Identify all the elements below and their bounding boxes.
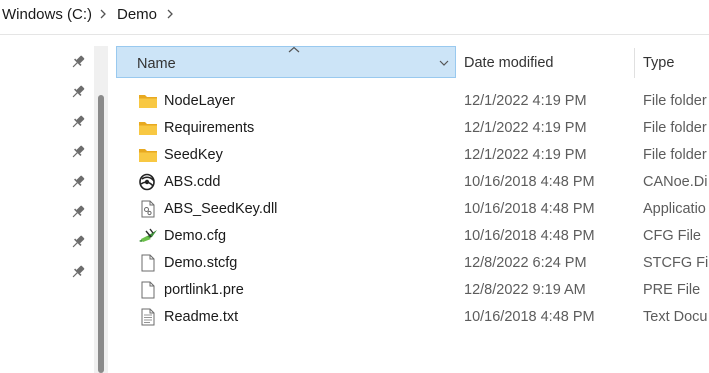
- file-row[interactable]: SeedKey 12/1/2022 4:19 PM File folder: [116, 142, 709, 169]
- file-type: CANoe.Di: [643, 174, 708, 190]
- file-name: ABS_SeedKey.dll: [164, 201, 278, 217]
- divider: [0, 34, 709, 35]
- file-name: portlink1.pre: [164, 282, 244, 298]
- folder-icon: [139, 95, 157, 108]
- sort-ascending-icon: [288, 46, 300, 53]
- file-date: 12/1/2022 4:19 PM: [464, 147, 587, 163]
- column-header: Name Date modified Type: [116, 46, 709, 80]
- pin-icon[interactable]: [70, 114, 86, 130]
- chevron-right-icon[interactable]: [163, 4, 177, 24]
- pin-icon[interactable]: [70, 84, 86, 100]
- file-date: 10/16/2018 4:48 PM: [464, 309, 595, 325]
- column-header-name[interactable]: Name: [116, 46, 456, 78]
- blank-file-icon: [141, 281, 155, 299]
- file-date: 10/16/2018 4:48 PM: [464, 201, 595, 217]
- file-type: File folder: [643, 147, 707, 163]
- pin-icon[interactable]: [70, 174, 86, 190]
- file-name: Demo.cfg: [164, 228, 227, 244]
- file-date: 12/8/2022 6:24 PM: [464, 255, 587, 271]
- file-row[interactable]: ABS_SeedKey.dll 10/16/2018 4:48 PM Appli…: [116, 196, 709, 223]
- file-date: 10/16/2018 4:48 PM: [464, 228, 595, 244]
- file-row[interactable]: NodeLayer 12/1/2022 4:19 PM File folder: [116, 88, 709, 115]
- text-file-icon: [141, 308, 155, 326]
- file-type: CFG File: [643, 228, 701, 244]
- breadcrumb: Windows (C:) Demo: [0, 0, 709, 32]
- file-type: PRE File: [643, 282, 701, 298]
- column-divider[interactable]: [634, 48, 635, 78]
- breadcrumb-item-drive[interactable]: Windows (C:): [2, 6, 92, 23]
- file-name: Requirements: [164, 120, 255, 136]
- pin-icon[interactable]: [70, 234, 86, 250]
- file-row[interactable]: Requirements 12/1/2022 4:19 PM File fold…: [116, 115, 709, 142]
- chevron-down-icon[interactable]: [439, 59, 449, 67]
- file-row[interactable]: Readme.txt 10/16/2018 4:48 PM Text Docu: [116, 304, 709, 331]
- file-date: 10/16/2018 4:48 PM: [464, 174, 595, 190]
- file-name: NodeLayer: [164, 93, 235, 109]
- file-row[interactable]: ABS.cdd 10/16/2018 4:48 PM CANoe.Di: [116, 169, 709, 196]
- chevron-right-icon[interactable]: [96, 4, 110, 24]
- file-name: SeedKey: [164, 147, 223, 163]
- pin-icon[interactable]: [70, 204, 86, 220]
- pin-icon[interactable]: [70, 144, 86, 160]
- file-date: 12/1/2022 4:19 PM: [464, 93, 587, 109]
- blank-file-icon: [141, 254, 155, 272]
- breadcrumb-item-folder[interactable]: Demo: [117, 6, 157, 23]
- file-type: Applicatio: [643, 201, 706, 217]
- file-name: Readme.txt: [164, 309, 239, 325]
- folder-icon: [139, 149, 157, 162]
- file-date: 12/8/2022 9:19 AM: [464, 282, 586, 298]
- pin-icon[interactable]: [70, 264, 86, 280]
- file-type: STCFG File: [643, 255, 709, 271]
- column-header-name-label: Name: [137, 56, 176, 72]
- canoe-config-icon: [139, 228, 157, 242]
- column-header-date-modified[interactable]: Date modified: [464, 55, 553, 71]
- file-type: Text Docu: [643, 309, 708, 325]
- nav-pane-scrollbar-thumb[interactable]: [98, 95, 104, 373]
- dll-file-icon: [141, 200, 155, 218]
- folder-icon: [139, 122, 157, 135]
- file-name: Demo.stcfg: [164, 255, 238, 271]
- file-type: File folder: [643, 120, 707, 136]
- file-date: 12/1/2022 4:19 PM: [464, 120, 587, 136]
- pin-icon[interactable]: [70, 54, 86, 70]
- column-header-type[interactable]: Type: [643, 55, 674, 71]
- file-row[interactable]: Demo.cfg 10/16/2018 4:48 PM CFG File: [116, 223, 709, 250]
- file-type: File folder: [643, 93, 707, 109]
- file-row[interactable]: portlink1.pre 12/8/2022 9:19 AM PRE File: [116, 277, 709, 304]
- file-name: ABS.cdd: [164, 174, 221, 190]
- file-row[interactable]: Demo.stcfg 12/8/2022 6:24 PM STCFG File: [116, 250, 709, 277]
- canoe-diag-icon: [139, 173, 155, 191]
